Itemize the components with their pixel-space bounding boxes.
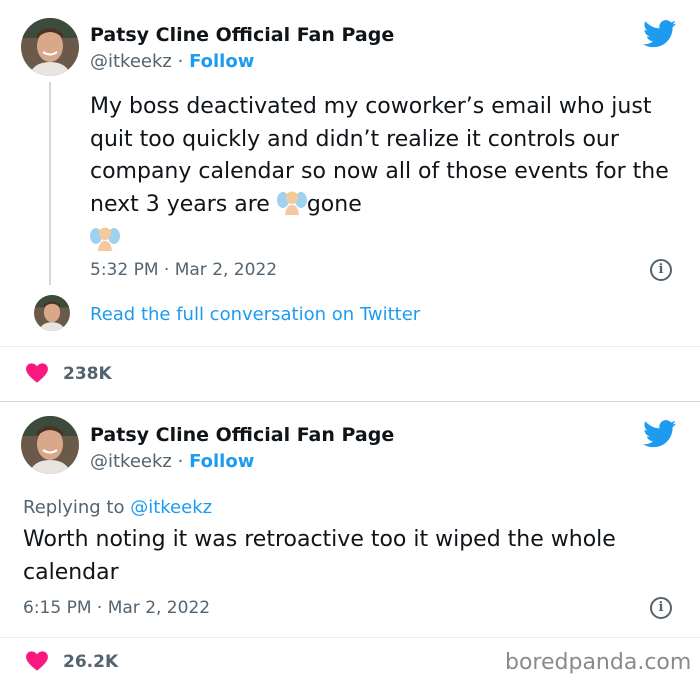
info-icon[interactable]: i	[650, 597, 672, 619]
replying-to-handle[interactable]: @itkeekz	[130, 497, 212, 518]
author-handle-line: @itkeekz · Follow	[90, 51, 254, 72]
author-handle-line: @itkeekz · Follow	[90, 451, 254, 472]
divider	[0, 637, 700, 638]
author-handle[interactable]: @itkeekz	[90, 51, 172, 72]
small-avatar[interactable]	[34, 295, 70, 331]
replying-to-line: Replying to @itkeekz	[23, 497, 212, 518]
tweet-separator	[0, 401, 700, 402]
follow-button[interactable]: Follow	[189, 51, 254, 72]
author-avatar[interactable]	[21, 18, 79, 76]
read-full-conversation-link[interactable]: Read the full conversation on Twitter	[90, 304, 420, 325]
heart-icon[interactable]	[26, 363, 48, 383]
author-name[interactable]: Patsy Cline Official Fan Page	[90, 24, 394, 46]
fairy-emoji-icon	[276, 189, 307, 226]
thread-line	[49, 82, 51, 285]
follow-button[interactable]: Follow	[189, 451, 254, 472]
replying-to-label: Replying to	[23, 497, 125, 518]
author-name[interactable]: Patsy Cline Official Fan Page	[90, 424, 394, 446]
dot-separator: ·	[177, 451, 190, 472]
twitter-bird-icon[interactable]	[643, 20, 677, 48]
like-count: 26.2K	[63, 652, 119, 672]
like-count: 238K	[63, 364, 112, 384]
tweet-timestamp[interactable]: 5:32 PM · Mar 2, 2022	[90, 260, 277, 280]
reply-text: Worth noting it was retroactive too it w…	[23, 527, 616, 585]
tweet-text: My boss deactivated my coworker’s email …	[90, 91, 680, 262]
author-handle[interactable]: @itkeekz	[90, 451, 172, 472]
tweet-text-main: My boss deactivated my coworker’s email …	[90, 94, 669, 217]
dot-separator: ·	[177, 51, 190, 72]
divider	[0, 346, 700, 347]
heart-icon[interactable]	[26, 651, 48, 671]
twitter-bird-icon[interactable]	[643, 420, 677, 448]
author-avatar[interactable]	[21, 416, 79, 474]
watermark: boredpanda.com	[505, 650, 692, 675]
info-icon[interactable]: i	[650, 259, 672, 281]
tweet-text-end: gone	[306, 191, 362, 217]
fairy-emoji-icon	[90, 225, 120, 262]
tweet-timestamp[interactable]: 6:15 PM · Mar 2, 2022	[23, 598, 210, 618]
